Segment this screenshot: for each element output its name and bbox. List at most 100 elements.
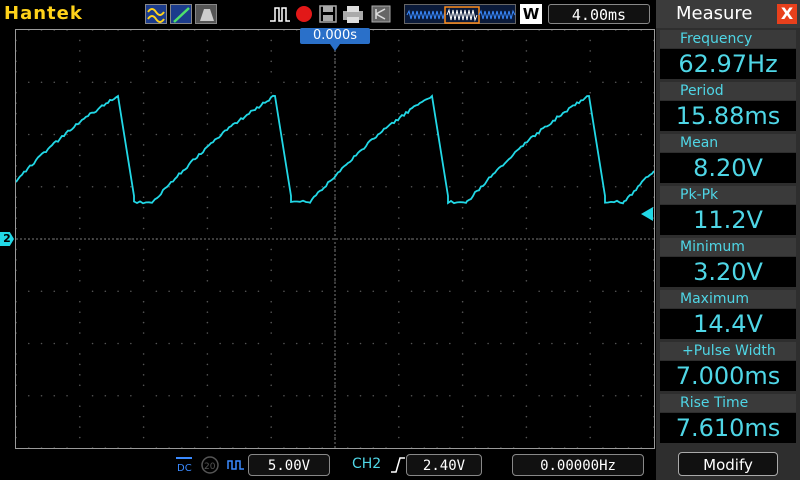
grid-dot (462, 322, 464, 324)
grid-dot (653, 113, 654, 115)
grid-dot (79, 217, 81, 219)
bt-icon[interactable] (370, 4, 392, 24)
grid-dot (79, 405, 81, 407)
grid-dot (487, 290, 489, 292)
waveform-display[interactable] (15, 29, 655, 449)
grid-dot (449, 395, 451, 397)
volts-div-readout[interactable]: 5.00V (248, 454, 330, 476)
grid-dot (500, 447, 502, 448)
grid-dot (411, 134, 413, 136)
persistence-icon[interactable] (195, 4, 217, 24)
grid-dot (628, 81, 630, 83)
timebase-readout[interactable]: 4.00ms (548, 4, 650, 24)
trigger-level-marker-icon[interactable] (641, 207, 653, 221)
grid-dot (92, 81, 94, 83)
channel-2-marker[interactable]: 2 (0, 232, 14, 246)
measure-value: 8.20V (660, 153, 796, 183)
grid-dot (143, 123, 145, 125)
measure-item-period[interactable]: ▶ Period 15.88ms (656, 80, 800, 132)
measure-value: 7.000ms (660, 361, 796, 391)
grid-dot (360, 81, 362, 83)
grid-dot (589, 322, 591, 324)
grid-dot (321, 290, 323, 292)
measure-item-rise-time[interactable]: Rise Time 7.610ms (656, 392, 800, 444)
grid-dot (589, 123, 591, 125)
bandwidth-limit-icon[interactable]: 20 (200, 455, 220, 475)
grid-dot (577, 343, 579, 345)
grid-dot (207, 113, 209, 115)
trigger-level-readout[interactable]: 2.40V (406, 454, 482, 476)
grid-dot (156, 134, 158, 136)
grid-dot (347, 447, 349, 448)
grid-dot (207, 196, 209, 198)
grid-dot (653, 102, 654, 104)
measure-item-pk-pk[interactable]: Pk-Pk 11.2V (656, 184, 800, 236)
grid-dot (270, 426, 272, 428)
close-button[interactable]: X (777, 4, 797, 24)
measure-item-mean[interactable]: Mean 8.20V (656, 132, 800, 184)
grid-dot (194, 134, 196, 136)
modify-button[interactable]: Modify (678, 452, 778, 476)
grid-dot (424, 343, 426, 345)
grid-dot (615, 290, 617, 292)
grid-dot (117, 186, 119, 188)
grid-dot (347, 134, 349, 136)
grid-dot (653, 176, 654, 178)
grid-dot (538, 447, 540, 448)
grid-dot (462, 364, 464, 366)
grid-dot (16, 405, 17, 407)
measure-item-maximum[interactable]: Maximum 14.4V (656, 288, 800, 340)
grid-dot (602, 134, 604, 136)
grid-dot (602, 238, 604, 240)
grid-dot (41, 134, 43, 136)
grid-dot (232, 186, 234, 188)
grid-dot (500, 186, 502, 188)
grid-dot (462, 92, 464, 94)
grid-dot (207, 301, 209, 303)
grid-dot (462, 311, 464, 313)
slope-icon[interactable] (170, 4, 192, 24)
grid-dot (28, 395, 30, 397)
probe-icon[interactable] (226, 455, 246, 475)
grid-dot (245, 447, 247, 448)
measure-item-frequency[interactable]: Frequency 62.97Hz (656, 28, 800, 80)
grid-dot (219, 81, 221, 83)
waveform-display-icon[interactable] (145, 4, 167, 24)
grid-dot (424, 81, 426, 83)
grid-dot (207, 155, 209, 157)
grid-dot (16, 176, 17, 178)
measure-item-pulse-width[interactable]: +Pulse Width 7.000ms (656, 340, 800, 392)
pulse-trigger-icon[interactable] (268, 4, 292, 24)
grid-dot (207, 426, 209, 428)
save-disk-icon[interactable] (318, 4, 338, 24)
grid-dot (462, 50, 464, 52)
grid-dot (16, 196, 17, 198)
grid-dot (564, 186, 566, 188)
grid-dot (398, 50, 400, 52)
grid-dot (628, 30, 630, 31)
grid-dot (53, 30, 55, 31)
grid-dot (653, 71, 654, 73)
grid-dot (538, 238, 540, 240)
grid-dot (16, 217, 17, 219)
trigger-position-label[interactable]: 0.000s (300, 28, 370, 44)
grid-dot (424, 395, 426, 397)
grid-dot (117, 30, 119, 31)
record-icon[interactable] (294, 4, 314, 24)
grid-dot (16, 280, 17, 282)
grid-dot (334, 92, 336, 94)
grid-dot (589, 113, 591, 115)
window-mode-button[interactable]: W (520, 4, 542, 24)
measure-label: Period (660, 82, 796, 100)
measure-item-minimum[interactable]: Minimum 3.20V (656, 236, 800, 288)
grid-dot (270, 71, 272, 73)
grid-dot (207, 385, 209, 387)
grid-dot (385, 395, 387, 397)
grid-dot (398, 353, 400, 355)
grid-dot (487, 343, 489, 345)
grid-dot (334, 280, 336, 282)
grid-dot (462, 374, 464, 376)
grid-dot (449, 81, 451, 83)
print-icon[interactable] (340, 4, 366, 24)
coupling-dc-icon[interactable]: DC (174, 455, 194, 475)
